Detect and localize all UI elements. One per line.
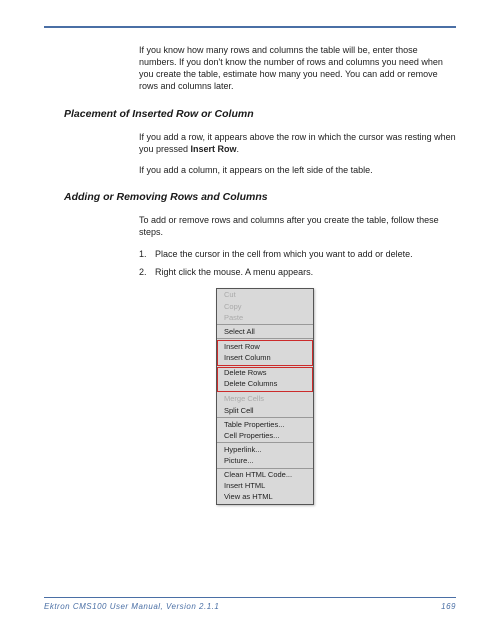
- menu-item-delete-rows[interactable]: Delete Rows: [217, 368, 313, 379]
- menu-item-cut[interactable]: Cut: [217, 290, 313, 301]
- step-text: Right click the mouse. A menu appears.: [155, 266, 313, 278]
- menu-group-insert-obj: Hyperlink... Picture...: [217, 443, 313, 468]
- menu-item-view-as-html[interactable]: View as HTML: [217, 492, 313, 503]
- menu-group-select: Select All: [217, 325, 313, 339]
- menu-item-delete-columns[interactable]: Delete Columns: [217, 379, 313, 390]
- step-item: 1. Place the cursor in the cell from whi…: [139, 248, 456, 260]
- menu-item-insert-row[interactable]: Insert Row: [217, 341, 313, 352]
- section1-para1: If you add a row, it appears above the r…: [139, 131, 456, 155]
- step-number: 1.: [139, 248, 155, 260]
- section1-para2: If you add a column, it appears on the l…: [139, 164, 456, 176]
- header-rule: [44, 26, 456, 28]
- menu-group-clipboard: Cut Copy Paste: [217, 289, 313, 325]
- menu-item-paste[interactable]: Paste: [217, 312, 313, 323]
- menu-item-cell-properties[interactable]: Cell Properties...: [217, 430, 313, 441]
- menu-group-merge: Merge Cells Split Cell: [217, 393, 313, 418]
- context-menu-figure: Cut Copy Paste Select All Insert Row Ins…: [216, 288, 456, 505]
- document-page: If you know how many rows and columns th…: [0, 0, 500, 633]
- menu-item-insert-html[interactable]: Insert HTML: [217, 481, 313, 492]
- footer-rule: [44, 597, 456, 599]
- footer-line: Ektron CMS100 User Manual, Version 2.1.1…: [44, 602, 456, 611]
- context-menu: Cut Copy Paste Select All Insert Row Ins…: [216, 288, 314, 505]
- menu-item-merge-cells[interactable]: Merge Cells: [217, 394, 313, 405]
- step-item: 2. Right click the mouse. A menu appears…: [139, 266, 456, 278]
- page-content: If you know how many rows and columns th…: [44, 44, 456, 589]
- menu-item-picture[interactable]: Picture...: [217, 456, 313, 467]
- menu-group-insert: Insert Row Insert Column: [217, 340, 313, 365]
- footer-title: Ektron CMS100 User Manual, Version 2.1.1: [44, 602, 219, 611]
- menu-group-delete: Delete Rows Delete Columns: [217, 367, 313, 392]
- section-heading-placement: Placement of Inserted Row or Column: [64, 107, 456, 121]
- menu-item-select-all[interactable]: Select All: [217, 326, 313, 337]
- intro-paragraph: If you know how many rows and columns th…: [139, 44, 456, 93]
- steps-list: 1. Place the cursor in the cell from whi…: [139, 248, 456, 278]
- menu-item-hyperlink[interactable]: Hyperlink...: [217, 444, 313, 455]
- section-heading-adding-removing: Adding or Removing Rows and Columns: [64, 190, 456, 204]
- menu-item-clean-html[interactable]: Clean HTML Code...: [217, 470, 313, 481]
- text-run: .: [237, 144, 240, 154]
- section2-intro: To add or remove rows and columns after …: [139, 214, 456, 238]
- menu-item-copy[interactable]: Copy: [217, 301, 313, 312]
- bold-text: Insert Row: [191, 144, 237, 154]
- page-footer: Ektron CMS100 User Manual, Version 2.1.1…: [44, 597, 456, 612]
- text-run: If you add a row, it appears above the r…: [139, 132, 456, 154]
- menu-group-properties: Table Properties... Cell Properties...: [217, 418, 313, 443]
- page-number: 169: [441, 602, 456, 611]
- menu-item-table-properties[interactable]: Table Properties...: [217, 419, 313, 430]
- menu-item-insert-column[interactable]: Insert Column: [217, 353, 313, 364]
- step-text: Place the cursor in the cell from which …: [155, 248, 413, 260]
- menu-item-split-cell[interactable]: Split Cell: [217, 405, 313, 416]
- step-number: 2.: [139, 266, 155, 278]
- menu-group-html: Clean HTML Code... Insert HTML View as H…: [217, 469, 313, 504]
